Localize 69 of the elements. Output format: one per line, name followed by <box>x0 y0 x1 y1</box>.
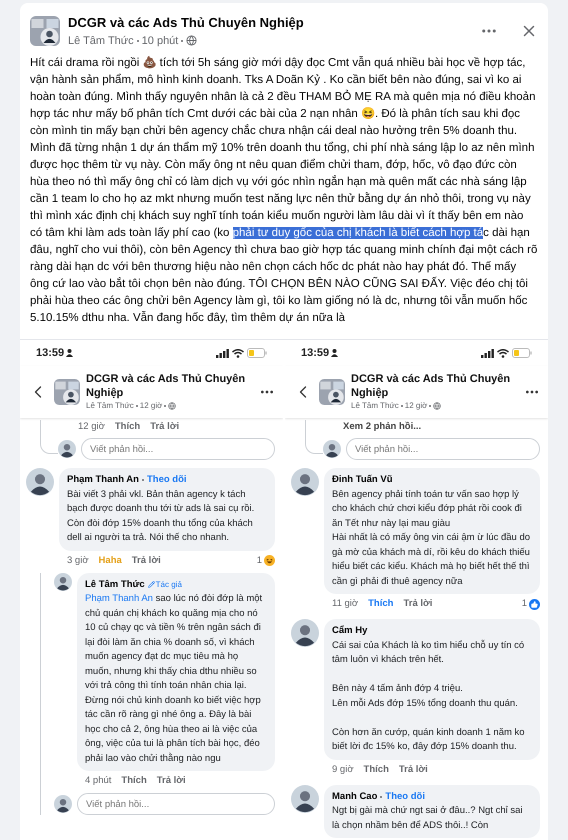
comment-time: 3 giờ <box>67 554 89 568</box>
commenter-name[interactable]: Cẩm Hy <box>332 624 368 638</box>
globe-icon <box>168 402 176 410</box>
commenter-name[interactable]: Lê Tâm Thức <box>85 578 145 592</box>
wifi-icon <box>232 348 244 358</box>
group-title: DCGR và các Ads Thủ Chuyên Nghiệp <box>351 372 512 400</box>
commenter-name[interactable]: Phạm Thanh An <box>67 473 139 488</box>
like-link[interactable]: Thích <box>121 774 147 788</box>
comment-time: 11 giờ <box>332 597 358 611</box>
user-avatar <box>26 468 54 496</box>
comment-text: Cái sai của Khách là ko tìm hiểu chỗ uy tín có tâm luôn vì khách trên hết. Bên này 4 tấm ảnh đớp 4 triệu. Lên mỗi Ads đớp 15% tổng doanh thu quán. Còn hơn ăn cướp, quán kinh doanh 1 năm ko biết lời đc 15% ko, đây đớp 15% doanh thu. <box>332 638 526 754</box>
view-replies-link[interactable]: Xem 2 phản hồi... <box>323 420 548 434</box>
post-text: Hít cái drama rồi ngồi 💩 tích tới 5h sáng giờ mới dậy đọc Cmt vẫn quá nhiều bài học về hợp tác, vận hành sản phẩm, mô hình kinh doanh. Tks A Doãn Kỷ . Ko cần biết bên nào đúng, sai vì ko ai hoàn toàn đúng. Mình thấy nguyên nhân là cả 2 đều THAM BỎ MẸ RA mà quên mịa nó điều khoản hợp tác như mấy bố phân tích Cmt dưới các bài của 2 nạn nhân 😆. Đó là phân tích sau khi đọc còn mình tin mấy bạn chửi bên agency chắc chưa nhận cái deal nào hưởng trên 5% doanh thu. Mình đã từng nhận 1 dự án thẩm mỹ 10% trên doanh thu tổng, chi phí nhà sáng lập lo az nên mình được học thêm từ vụ này. Còn mấy ông nt nêu quan điểm chửi tham, đớp, hốc, vô đạo đức còn hùa theo nó thì mấy ông chỉ có làm dịch vụ với góc nhìn ngắn hạn mà quên mất các nhà sáng lập cần 1 team lo cho họ az mkt nhưng muốn test năng lực nên thử bằng dự án nhỏ thôi, trong vụ này thì mình xác định chị khách suy nghĩ tính toán kiểu muốn người làm lâu dài vì ít thấy bên em nào có tâm khi làm ads toàn lấy phí cao (ko phải tư duy gốc của chị khách là biết cách hợp tác dài hạn đâu, nghĩ cho vui thôi), còn bên Agency thì chưa bao giờ hợp tác quang minh chính đại một cách rõ ràng dài hạn dc với bên thương hiệu nào nên chọn cách hốc dc phát nào hay phát đó. Thế mấy ông cứ lao vào bắt tôi chọn bên nào đúng. TÔI CHỌN BÊN NÀO CŨNG SAI ĐẤY. Việc đéo chị tôi phải hùa theo các ông chửi bên Agency làm gì, tôi ko làm giống nó là dc, nhưng tôi vẫn muốn hốc 5.10.15% dthu nha. Vẫn đang hốc đây, tìm thêm dự án nữa là <box>29 55 538 326</box>
user-avatar <box>54 795 72 814</box>
comment-time: 9 giờ <box>332 762 354 776</box>
group-avatar <box>319 379 345 405</box>
globe-icon <box>186 35 198 46</box>
comment-text: Bên agency phải tính toán tư vấn sao hợp lý cho khách chứ chơi kiểu đớp phát rồi cook đi ăn Tết như này lại mau giàu Hài nhất là có mấy ông vin cái ậm ừ lúc đầu do gà mờ của khách mà dí, rồi kêu do khách thiếu hiểu biết các kiểu. Khách mà họ biết hết thế thì cần gì phải đi thuê agency nữa <box>332 488 532 588</box>
comment-time: 4 phút <box>85 774 112 788</box>
like-link[interactable]: Thích <box>368 597 394 612</box>
comment-text: Ngt bị gài mà chứ ngt sai ở đâu..? Ngt chỉ sai là chọn nhầm bên để ADS thôi..! Còn <box>332 804 524 832</box>
reply-link[interactable]: Trả lời <box>150 420 180 434</box>
post-author: Lê Tâm Thức <box>68 34 134 48</box>
follow-link[interactable]: Theo dõi <box>146 473 187 488</box>
like-link[interactable]: Thích <box>364 762 389 777</box>
reaction-count: 1 <box>256 554 262 568</box>
reply-field[interactable]: Viết phản hồi... <box>77 793 275 816</box>
post-time: 12 giờ <box>404 400 428 412</box>
post-author: Lê Tâm Thức <box>86 400 134 412</box>
comment-time: 12 giờ <box>78 420 105 434</box>
user-avatar <box>323 440 341 458</box>
person-icon <box>331 349 338 357</box>
commenter-name[interactable]: Đinh Tuấn Vũ <box>332 473 393 488</box>
comment-text: Bài viết 3 phải vkl. Bản thân agency k tách bạch được doanh thu tới từ ads là sai cụ rồi. Còn đòi đớp 15% doanh thu tổng của khách dell ai người ta trả. Nói thế cho nhanh. <box>67 488 256 545</box>
reply-field[interactable]: Viết phản hồi... <box>346 438 540 460</box>
status-time: 13:59 <box>36 346 64 361</box>
group-name[interactable]: DCGR và các Ads Thủ Chuyên Nghiệp <box>68 13 472 32</box>
post-time: 12 giờ <box>140 400 162 412</box>
group-avatar <box>30 16 60 46</box>
reply-field[interactable]: Viết phản hồi... <box>81 438 275 460</box>
reply-link[interactable]: Trả lời <box>403 597 432 612</box>
reaction-count: 1 <box>522 597 527 611</box>
commenter-name[interactable]: Manh Cao <box>332 790 378 804</box>
battery-icon <box>247 348 267 358</box>
signal-icon <box>216 348 229 358</box>
user-avatar <box>291 619 319 648</box>
user-avatar <box>291 784 319 813</box>
user-avatar <box>54 572 72 591</box>
group-title: DCGR và các Ads Thủ Chuyên Nghiệp <box>86 372 246 400</box>
pencil-icon <box>148 581 155 588</box>
comment-text: Phạm Thanh An sao lúc nó đòi đớp là một chủ quán chị khách ko quăng mịa cho nó 10 củ chạy qc và tiền % trên ngân sách đi lại đòi làm ăn chia % doanh số, vì khách muốn agency đạt dc mục tiêu mà họ muốn, nhưng khi thấy chia dthu nhiều so với trả công thì tính toán nhân chia lại. Đừng nói chủ kinh doanh ko biết việc hợp tác cần rõ ràng gì nhé ông a. Đây là bài học cho cả 2, ông hùa theo ai là việc của ông, việc của tui là phân tích bài học, đéo phải lao vào chửi thằng nào ngu <box>85 592 264 766</box>
user-avatar <box>291 468 319 496</box>
like-link[interactable]: Thích <box>114 420 140 434</box>
battery-icon <box>512 348 532 358</box>
post-time: 10 phút <box>142 34 178 48</box>
reply-link[interactable]: Trả lời <box>156 774 186 788</box>
person-icon <box>66 349 74 357</box>
follow-link[interactable]: Theo dõi <box>385 790 425 804</box>
post-author: Lê Tâm Thức <box>351 400 399 412</box>
wifi-icon <box>497 348 509 358</box>
status-time: 13:59 <box>301 346 330 361</box>
mention-link[interactable]: Phạm Thanh An <box>85 593 153 604</box>
globe-icon <box>433 402 442 410</box>
reply-link[interactable]: Trả lời <box>132 554 161 568</box>
author-label: Tác giả <box>156 578 182 591</box>
signal-icon <box>481 348 494 358</box>
group-avatar <box>54 379 80 405</box>
reply-link[interactable]: Trả lời <box>398 762 428 777</box>
user-avatar <box>58 440 76 458</box>
